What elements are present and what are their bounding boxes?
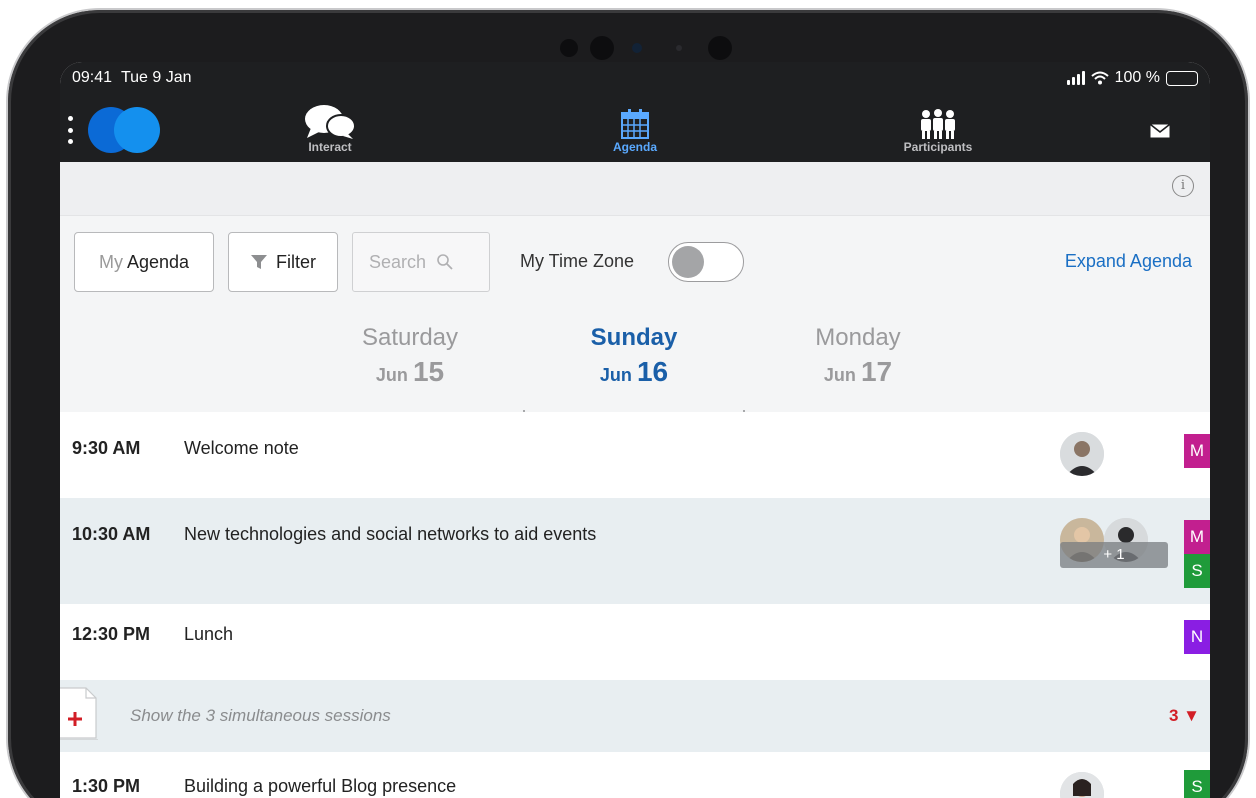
sensor-icon bbox=[590, 36, 614, 60]
status-right: 100 % bbox=[1066, 69, 1198, 87]
sensor-icon bbox=[560, 39, 578, 57]
session-time: 12:30 PM bbox=[72, 624, 151, 644]
my-agenda-prefix: My bbox=[98, 251, 123, 272]
simultaneous-sessions-label: Show the 3 simultaneous sessions bbox=[130, 706, 391, 725]
my-agenda-button[interactable]: My Agenda bbox=[74, 232, 214, 292]
day-monday[interactable]: Monday Jun 17 bbox=[778, 324, 938, 388]
session-row[interactable]: 9:30 AM Welcome note M bbox=[60, 412, 1210, 498]
expand-agenda-link[interactable]: Expand Agenda bbox=[1065, 251, 1192, 272]
session-title: New technologies and social networks to … bbox=[184, 524, 597, 544]
session-row[interactable]: 12:30 PM Lunch N bbox=[60, 604, 1210, 680]
track-tag: N bbox=[1184, 620, 1210, 654]
time-zone-label: My Time Zone bbox=[520, 251, 635, 271]
session-list: 9:30 AM Welcome note M 10:30 AM New tech… bbox=[60, 412, 1210, 798]
people-group-icon bbox=[921, 109, 955, 139]
more-speakers-badge[interactable]: + 1 bbox=[1060, 542, 1168, 568]
track-tag: M bbox=[1184, 434, 1210, 468]
day-name: Saturday bbox=[361, 324, 459, 351]
status-time-date: 09:41 Tue 9 Jan bbox=[72, 69, 192, 87]
info-icon[interactable]: i bbox=[1172, 175, 1194, 197]
tab-participants[interactable]: Participants bbox=[878, 100, 998, 154]
filter-button[interactable]: Filter bbox=[228, 232, 338, 292]
session-time: 1:30 PM bbox=[72, 776, 141, 796]
speaker-avatar[interactable] bbox=[1060, 432, 1104, 476]
status-bar: 09:41 Tue 9 Jan 100 % bbox=[72, 69, 1198, 89]
session-time: 9:30 AM bbox=[72, 438, 141, 458]
wifi-icon bbox=[1090, 71, 1109, 85]
my-agenda-label: Agenda bbox=[126, 251, 190, 272]
battery-percent: 100 % bbox=[1114, 69, 1160, 86]
session-time: 10:30 AM bbox=[72, 524, 151, 544]
caret-down-icon: ▼ bbox=[1183, 706, 1200, 725]
day-name: Monday bbox=[815, 324, 901, 351]
camera-lens-icon bbox=[632, 43, 642, 53]
day-saturday[interactable]: Saturday Jun 15 bbox=[330, 324, 490, 388]
battery-icon bbox=[1166, 70, 1198, 86]
simultaneous-count-value: 3 bbox=[1168, 706, 1179, 725]
day-number: 17 bbox=[860, 356, 893, 387]
session-title: Welcome note bbox=[184, 438, 299, 458]
funnel-icon bbox=[251, 255, 267, 269]
simultaneous-sessions-row[interactable]: Show the 3 simultaneous sessions 3 ▼ bbox=[60, 680, 1210, 752]
top-bar: 09:41 Tue 9 Jan 100 % Interact Agenda Pa… bbox=[60, 62, 1210, 162]
session-title: Lunch bbox=[184, 624, 234, 644]
day-month: Jun bbox=[823, 365, 856, 385]
expand-sessions-icon bbox=[60, 687, 98, 740]
tab-interact[interactable]: Interact bbox=[270, 100, 390, 154]
sensor-icon bbox=[708, 36, 732, 60]
time-zone-toggle[interactable] bbox=[668, 242, 744, 282]
status-date: Tue 9 Jan bbox=[120, 69, 192, 86]
day-month: Jun bbox=[599, 365, 632, 385]
day-month: Jun bbox=[375, 365, 408, 385]
app-logo[interactable] bbox=[88, 107, 160, 153]
cellular-signal-icon bbox=[1066, 71, 1085, 85]
search-icon bbox=[437, 254, 453, 270]
menu-kebab-icon[interactable] bbox=[68, 116, 74, 144]
day-number: 15 bbox=[412, 356, 445, 387]
day-name: Sunday bbox=[590, 324, 678, 351]
app-screen: 09:41 Tue 9 Jan 100 % Interact Agenda Pa… bbox=[60, 62, 1210, 798]
filter-label: Filter bbox=[276, 251, 316, 272]
info-strip: i bbox=[60, 162, 1210, 216]
day-selector: Saturday Jun 15 Sunday Jun 16 Monday Jun… bbox=[60, 324, 1210, 422]
speaker-avatar[interactable] bbox=[1060, 772, 1104, 798]
tab-agenda-label: Agenda bbox=[612, 140, 657, 154]
simultaneous-count: 3 ▼ bbox=[1169, 706, 1200, 726]
tab-interact-label: Interact bbox=[308, 140, 352, 154]
search-input[interactable]: Search bbox=[352, 232, 490, 292]
mail-icon[interactable] bbox=[1150, 124, 1170, 138]
tab-agenda[interactable]: Agenda bbox=[575, 100, 695, 154]
chat-bubbles-icon bbox=[305, 105, 356, 139]
day-number: 16 bbox=[636, 356, 669, 387]
status-time: 09:41 bbox=[72, 69, 113, 86]
sensor-icon bbox=[676, 45, 682, 51]
day-sunday[interactable]: Sunday Jun 16 bbox=[554, 324, 714, 388]
track-tag: S bbox=[1184, 770, 1210, 798]
agenda-controls: My Agenda Filter Search My Time Zone Exp… bbox=[74, 232, 1196, 292]
track-tag: S bbox=[1184, 554, 1210, 588]
session-title: Building a powerful Blog presence bbox=[184, 776, 457, 796]
calendar-icon bbox=[621, 109, 649, 139]
tab-participants-label: Participants bbox=[903, 140, 973, 154]
track-tag: M bbox=[1184, 520, 1210, 554]
search-placeholder: Search bbox=[369, 251, 427, 272]
camera-bar bbox=[548, 32, 748, 62]
session-row[interactable]: 10:30 AM New technologies and social net… bbox=[60, 498, 1210, 604]
session-row[interactable]: 1:30 PM Building a powerful Blog presenc… bbox=[60, 752, 1210, 798]
